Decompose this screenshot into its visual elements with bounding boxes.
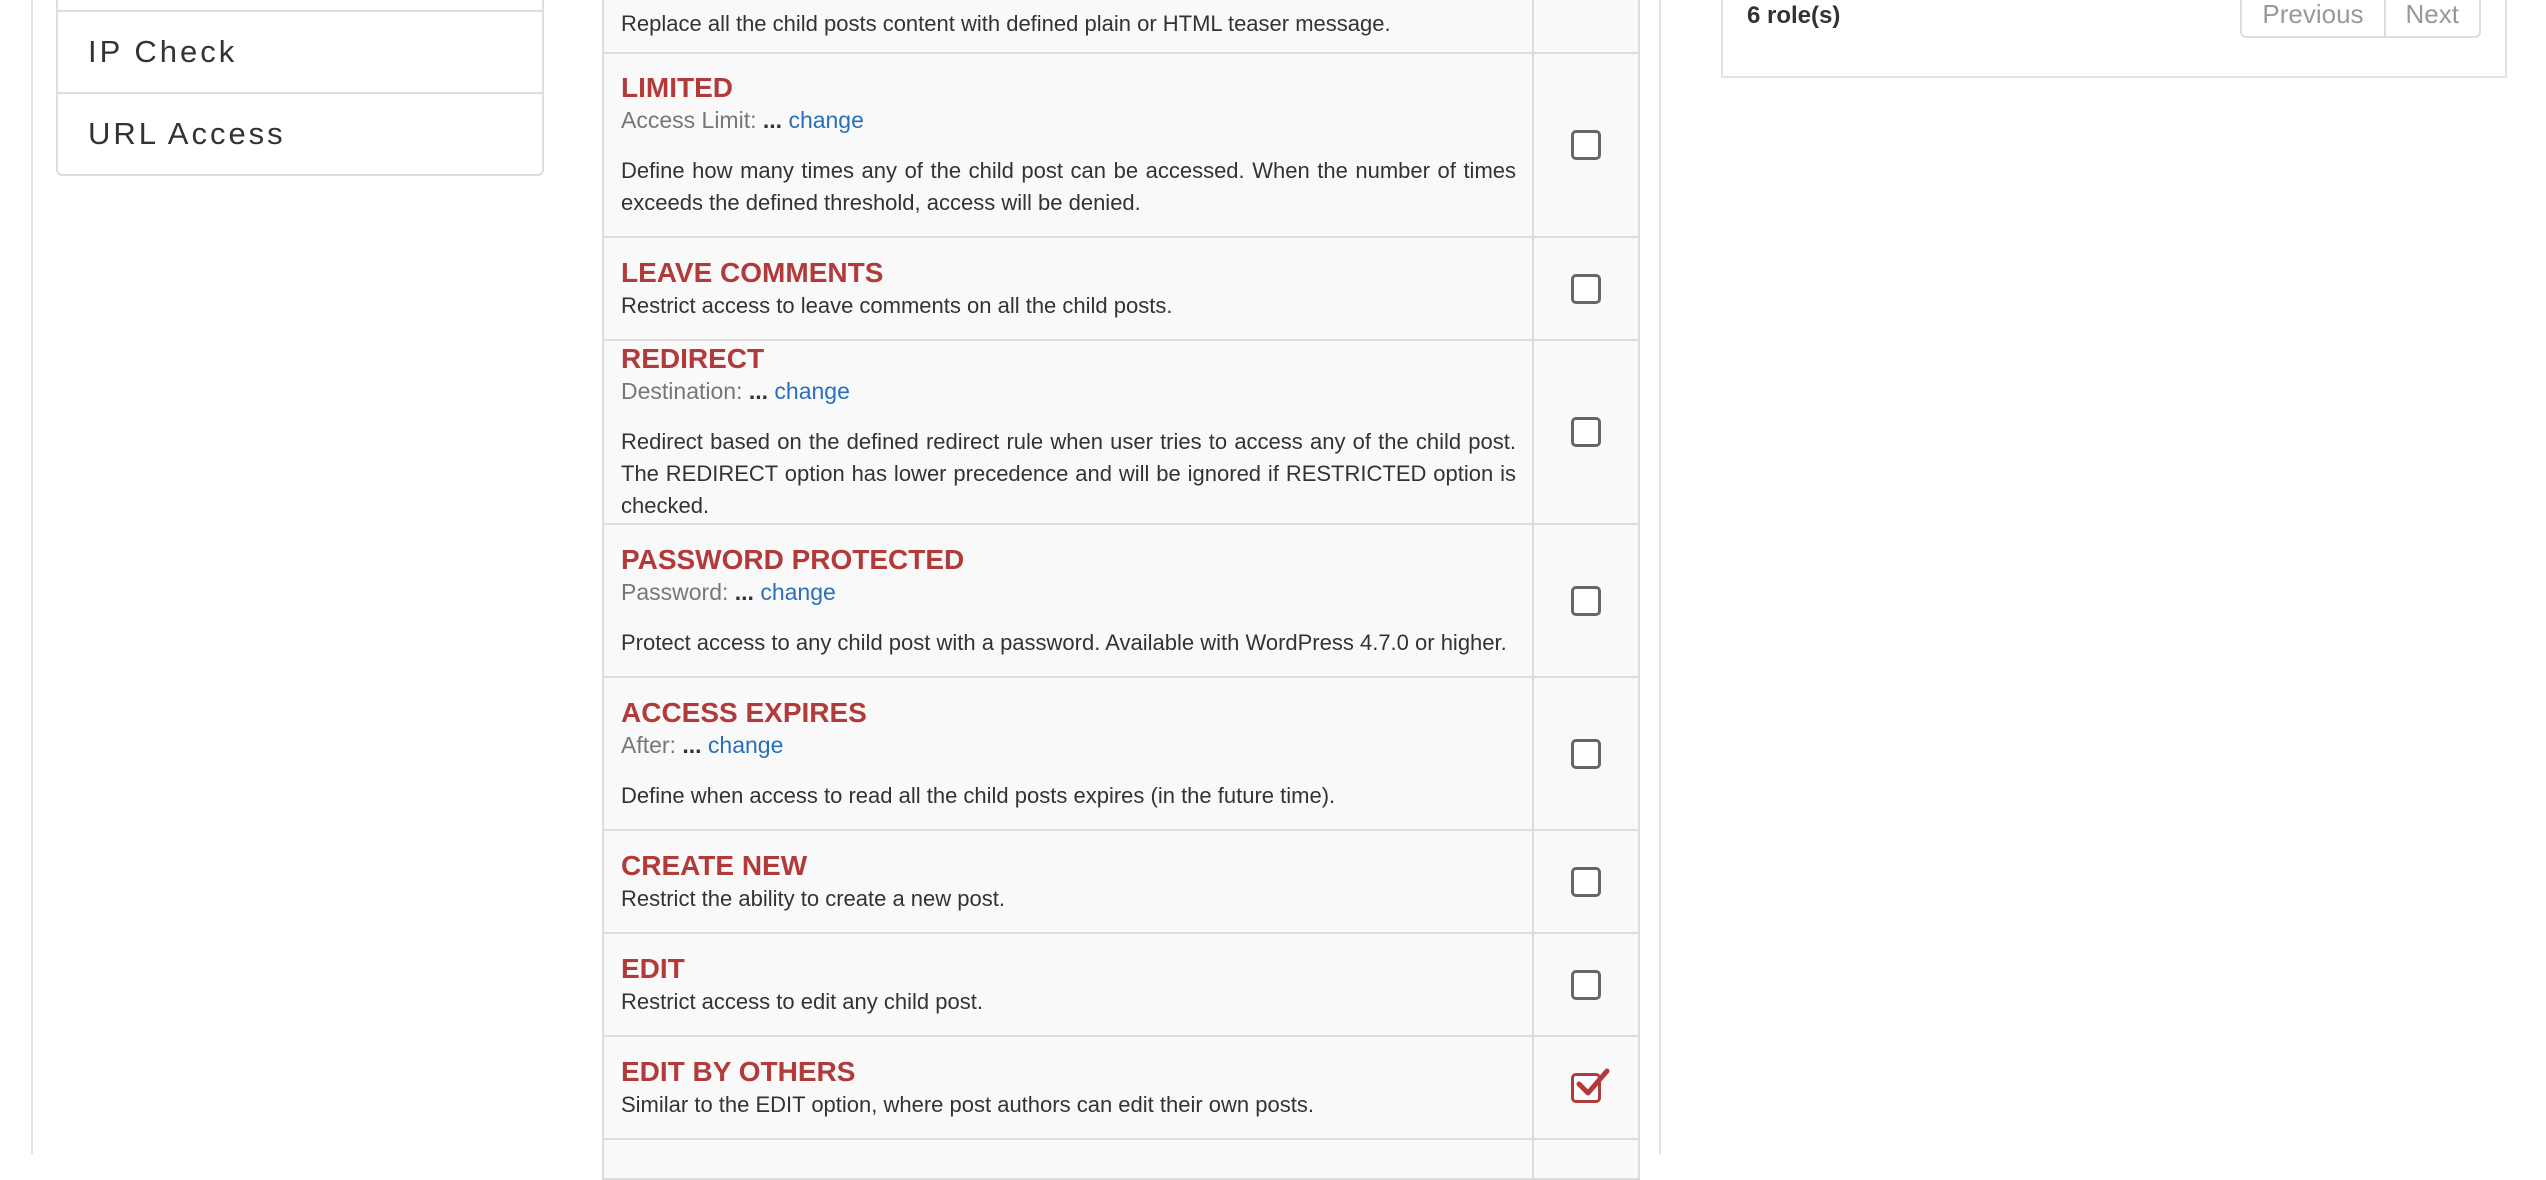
option-description-cell: CREATE NEW Restrict the ability to creat…	[602, 829, 1534, 934]
option-setting: After: ... change	[621, 730, 1516, 760]
option-description-cell	[602, 1138, 1534, 1180]
role-count: 6 role(s)	[1747, 2, 1841, 29]
option-row-edit: EDIT Restrict access to edit any child p…	[602, 932, 1640, 1037]
option-checkbox-cell	[1532, 339, 1640, 525]
sidebar-item-partial	[58, 0, 542, 10]
change-access-limit-link[interactable]: change	[788, 107, 863, 133]
option-setting-value: ...	[748, 378, 769, 404]
roles-panel: 6 role(s) Previous Next	[1721, 0, 2507, 78]
sidebar-item-ip-check[interactable]: IP Check	[58, 10, 542, 92]
option-title: CREATE NEW	[621, 849, 808, 881]
option-title: PASSWORD PROTECTED	[621, 543, 965, 575]
option-setting: Destination: ... change	[621, 376, 1516, 406]
password-protected-checkbox[interactable]	[1571, 585, 1601, 616]
option-description: Restrict the ability to create a new pos…	[621, 885, 1005, 911]
option-setting-label: After:	[621, 731, 676, 758]
option-setting-label: Password:	[621, 578, 729, 605]
next-button[interactable]: Next	[2385, 0, 2481, 38]
option-description: Restrict access to edit any child post.	[621, 988, 983, 1014]
option-row-teaser: Replace all the child posts content with…	[602, 0, 1640, 54]
option-description: Similar to the EDIT option, where post a…	[621, 1091, 1314, 1117]
checkmark-icon	[1576, 1068, 1610, 1095]
edit-checkbox[interactable]	[1571, 969, 1601, 1000]
option-description: Define when access to read all the child…	[621, 782, 1336, 808]
option-title: EDIT	[621, 952, 685, 984]
option-row-edit-by-others: EDIT BY OTHERS Similar to the EDIT optio…	[602, 1035, 1640, 1140]
access-expires-checkbox[interactable]	[1571, 738, 1601, 769]
option-description: Protect access to any child post with a …	[621, 629, 1507, 655]
option-checkbox-cell	[1532, 1138, 1640, 1180]
option-description-cell: LIMITED Access Limit: ... change Define …	[602, 52, 1534, 238]
page-border-divider	[1659, 0, 1661, 1154]
option-checkbox-cell	[1532, 0, 1640, 54]
option-setting-label: Destination:	[621, 378, 743, 404]
option-row-partial	[602, 1138, 1640, 1180]
option-title: ACCESS EXPIRES	[621, 696, 867, 728]
option-description-cell: Replace all the child posts content with…	[602, 0, 1534, 54]
option-description: Replace all the child posts content with…	[621, 11, 1391, 36]
option-row-limited: LIMITED Access Limit: ... change Define …	[602, 52, 1640, 238]
option-title: REDIRECT	[621, 343, 765, 374]
option-description: Redirect based on the defined redirect r…	[621, 429, 1516, 518]
option-setting: Password: ... change	[621, 577, 1516, 607]
sidebar-item-url-access[interactable]: URL Access	[58, 92, 542, 174]
option-checkbox-cell	[1532, 523, 1640, 678]
option-row-redirect: REDIRECT Destination: ... change Redirec…	[602, 339, 1640, 525]
create-new-checkbox[interactable]	[1571, 866, 1601, 897]
option-description-cell: LEAVE COMMENTS Restrict access to leave …	[602, 236, 1534, 341]
option-description: Define how many times any of the child p…	[621, 158, 1516, 215]
option-setting-value: ...	[762, 107, 783, 133]
option-checkbox-cell	[1532, 932, 1640, 1037]
page-border-left	[31, 0, 33, 1154]
edit-by-others-checkbox[interactable]	[1571, 1068, 1610, 1103]
option-description: Restrict access to leave comments on all…	[621, 292, 1173, 318]
option-title: LEAVE COMMENTS	[621, 256, 884, 288]
option-checkbox-cell	[1532, 1035, 1640, 1140]
option-description-cell: ACCESS EXPIRES After: ... change Define …	[602, 676, 1534, 831]
option-setting-label: Access Limit:	[621, 107, 757, 133]
roles-pagination: Previous Next	[2240, 0, 2481, 38]
change-password-link[interactable]: change	[760, 579, 835, 605]
option-description-cell: REDIRECT Destination: ... change Redirec…	[602, 339, 1534, 525]
access-options-table: Replace all the child posts content with…	[602, 0, 1640, 1180]
change-destination-link[interactable]: change	[774, 378, 849, 404]
limited-checkbox[interactable]	[1571, 130, 1601, 160]
redirect-checkbox[interactable]	[1571, 417, 1601, 447]
option-row-password-protected: PASSWORD PROTECTED Password: ... change …	[602, 523, 1640, 678]
option-checkbox-cell	[1532, 829, 1640, 934]
sidebar-nav: IP Check URL Access	[56, 0, 544, 176]
option-title: EDIT BY OTHERS	[621, 1055, 856, 1087]
option-checkbox-cell	[1532, 52, 1640, 238]
option-title: LIMITED	[621, 72, 733, 103]
option-row-create-new: CREATE NEW Restrict the ability to creat…	[602, 829, 1640, 934]
previous-button[interactable]: Previous	[2240, 0, 2386, 38]
option-description-cell: PASSWORD PROTECTED Password: ... change …	[602, 523, 1534, 678]
option-checkbox-cell	[1532, 676, 1640, 831]
option-description-cell: EDIT Restrict access to edit any child p…	[602, 932, 1534, 1037]
option-row-access-expires: ACCESS EXPIRES After: ... change Define …	[602, 676, 1640, 831]
change-expiration-link[interactable]: change	[708, 732, 783, 758]
option-row-leave-comments: LEAVE COMMENTS Restrict access to leave …	[602, 236, 1640, 341]
option-setting-value: ...	[682, 731, 702, 758]
option-checkbox-cell	[1532, 236, 1640, 341]
option-setting: Access Limit: ... change	[621, 105, 1516, 135]
leave-comments-checkbox[interactable]	[1571, 273, 1601, 304]
option-setting-value: ...	[734, 578, 754, 605]
option-description-cell: EDIT BY OTHERS Similar to the EDIT optio…	[602, 1035, 1534, 1140]
